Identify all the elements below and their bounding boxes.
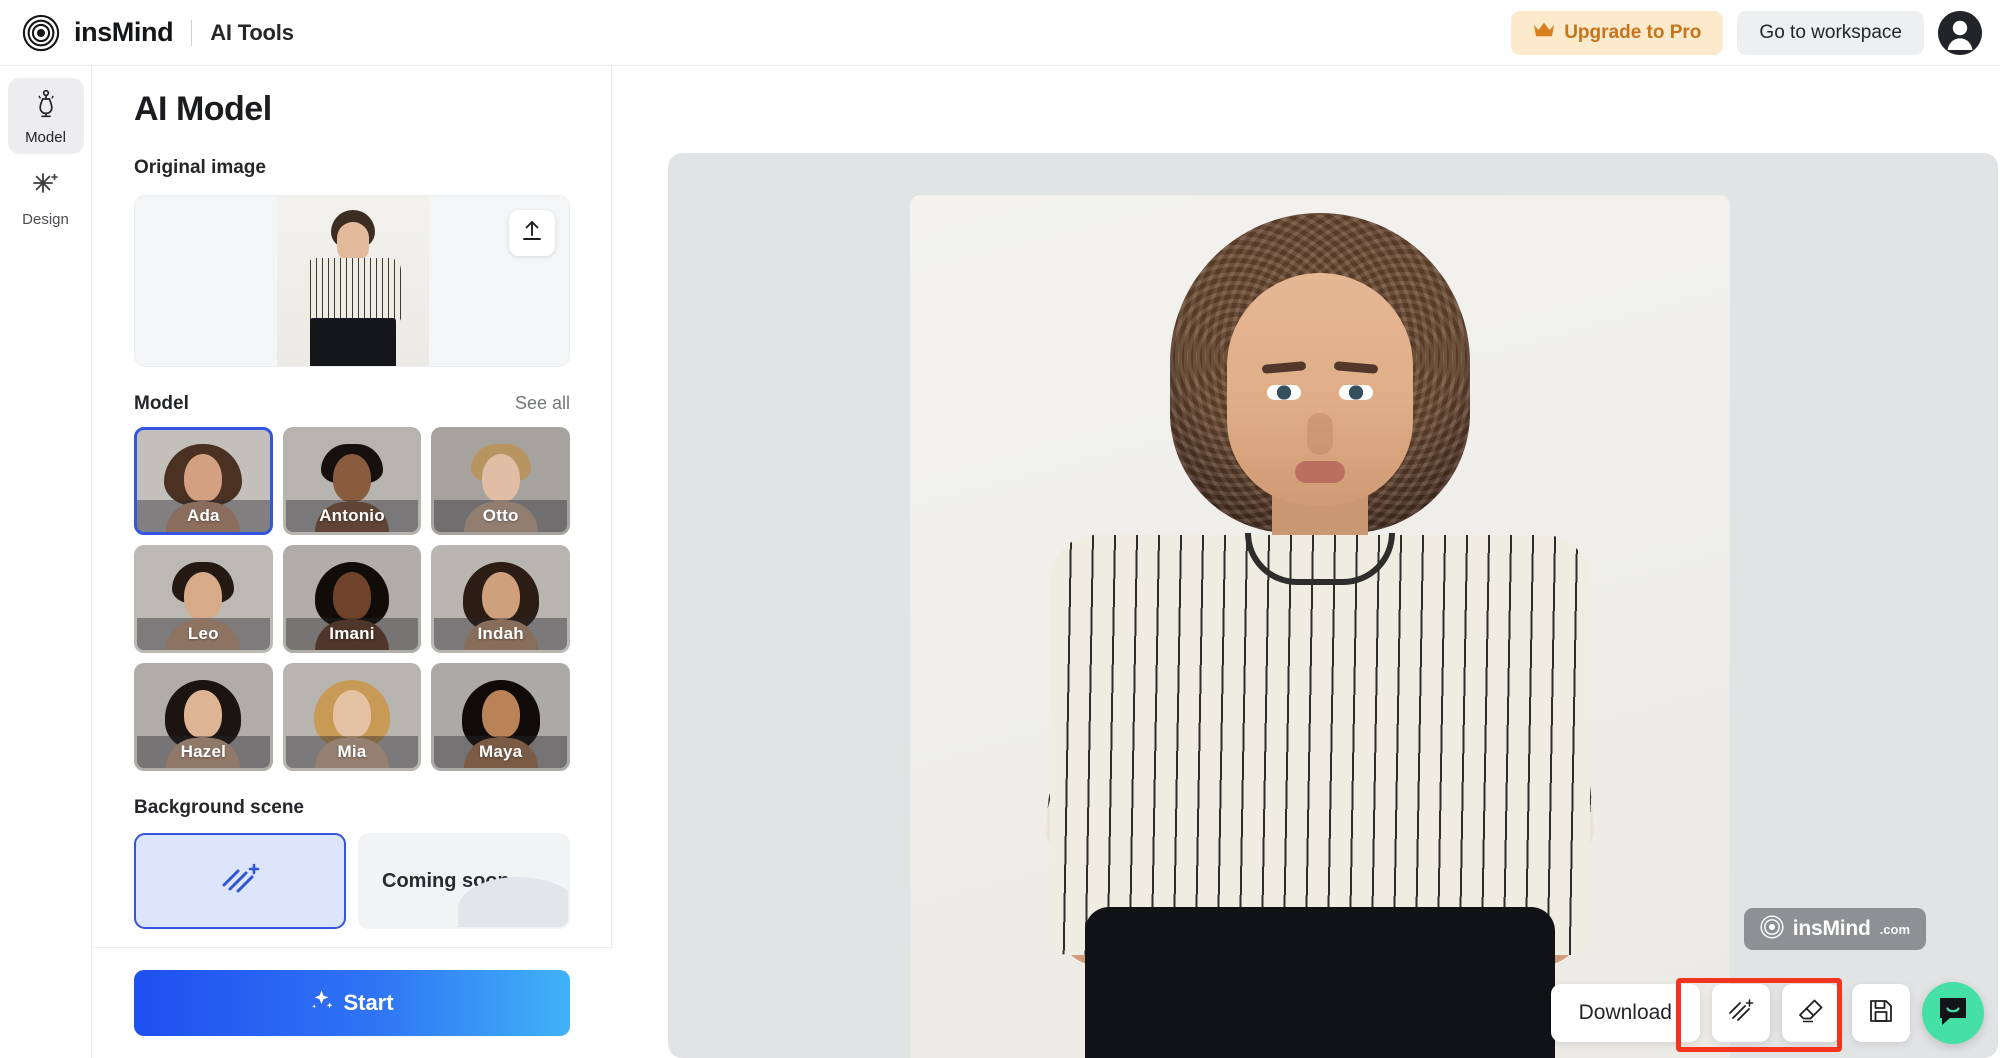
model-eye-left	[1267, 385, 1301, 400]
model-card-label: Leo	[137, 618, 270, 650]
model-card-label: Indah	[434, 618, 567, 650]
model-section-header: Model See all	[134, 393, 570, 415]
background-scene-grid: Coming soon	[134, 833, 570, 929]
background-card-transparent[interactable]	[134, 833, 346, 929]
background-scene-label: Background scene	[134, 797, 304, 818]
model-card-label: Antonio	[285, 500, 419, 532]
transparent-sparkle-icon	[218, 859, 262, 904]
model-trousers	[1085, 907, 1555, 1058]
preview-face	[337, 222, 369, 262]
upload-image-button[interactable]	[509, 210, 555, 256]
model-thumb-face	[332, 690, 371, 738]
model-thumb-face	[481, 572, 520, 620]
app-root: insMind AI Tools Upgrade to Pro Go to wo…	[0, 0, 2000, 1058]
model-card[interactable]: Maya	[431, 663, 570, 771]
model-eye-right	[1339, 385, 1373, 400]
model-thumb-face	[332, 454, 371, 502]
crown-icon	[1533, 21, 1555, 44]
model-thumb-face	[481, 690, 520, 738]
eraser-button[interactable]	[1782, 984, 1840, 1042]
insmind-logo-icon	[22, 14, 60, 52]
model-card-label: Ada	[137, 500, 270, 532]
model-card-label: Otto	[434, 500, 567, 532]
background-card-coming-soon[interactable]: Coming soon	[358, 833, 570, 929]
brand-subtitle: AI Tools	[210, 19, 294, 45]
model-card-label: Maya	[434, 736, 567, 768]
model-grid: Ada Antonio Otto Leo Imani Indah Hazel Mia Maya	[134, 427, 570, 771]
tool-rail: Model Design	[0, 66, 92, 1058]
see-all-models-link[interactable]: See all	[515, 393, 570, 414]
original-image-thumbnail[interactable]	[134, 195, 570, 367]
original-image-label: Original image	[134, 157, 266, 178]
save-button[interactable]	[1852, 984, 1910, 1042]
model-card-label: Mia	[285, 736, 419, 768]
sidebar-item-model-label: Model	[25, 128, 66, 146]
model-card[interactable]: Imani	[282, 545, 422, 653]
model-card[interactable]: Hazel	[134, 663, 273, 771]
download-button[interactable]: Download	[1550, 984, 1700, 1042]
insmind-logo-icon	[1760, 914, 1784, 944]
model-lips	[1295, 461, 1345, 483]
brand-divider	[191, 19, 193, 46]
sidebar-item-model[interactable]: Model	[7, 78, 84, 154]
magic-sparkle-icon	[310, 988, 334, 1018]
insmind-watermark: insMind .com	[1743, 908, 1926, 950]
brand-name: insMind	[74, 17, 174, 47]
model-card[interactable]: Otto	[431, 427, 570, 535]
upload-arrow-icon	[520, 219, 544, 248]
model-card[interactable]: Indah	[431, 545, 570, 653]
go-to-workspace-button[interactable]: Go to workspace	[1737, 10, 1924, 55]
model-card-label: Hazel	[137, 736, 270, 768]
top-header: insMind AI Tools Upgrade to Pro Go to wo…	[0, 0, 2000, 66]
watermark-text: insMind	[1792, 917, 1871, 940]
start-button[interactable]: Start	[134, 970, 570, 1036]
upgrade-to-pro-button[interactable]: Upgrade to Pro	[1511, 10, 1724, 55]
user-avatar-icon[interactable]	[1938, 10, 1982, 55]
start-button-label: Start	[343, 990, 394, 1015]
chat-widget-button[interactable]	[1922, 982, 1984, 1044]
panel-scroll-area[interactable]: AI Model Original image Model See all Ad…	[92, 66, 612, 947]
left-panel: AI Model Original image Model See all Ad…	[92, 66, 612, 1058]
sidebar-item-design[interactable]: Design	[8, 160, 84, 236]
model-card[interactable]: Antonio	[282, 427, 422, 535]
bottom-toolbar: Download	[1550, 982, 1984, 1044]
original-image-preview	[277, 196, 429, 366]
generated-image[interactable]	[910, 195, 1730, 1058]
model-card-label: Imani	[285, 618, 419, 650]
watermark-tld: .com	[1879, 921, 1910, 937]
save-disk-icon	[1867, 997, 1895, 1030]
sparkle-star-icon	[30, 170, 62, 207]
panel-footer: Start	[92, 947, 612, 1058]
model-nose	[1307, 413, 1333, 455]
model-thumb-face	[184, 572, 223, 620]
model-thumb-face	[184, 690, 223, 738]
model-thumb-face	[332, 572, 371, 620]
enhance-sparkle-icon	[1727, 997, 1755, 1030]
model-card[interactable]: Mia	[282, 663, 422, 771]
preview-bottom	[310, 318, 396, 366]
model-card[interactable]: Ada	[134, 427, 273, 535]
upgrade-to-pro-label: Upgrade to Pro	[1564, 21, 1702, 43]
header-actions: Upgrade to Pro Go to workspace	[1511, 10, 1982, 55]
model-thumb-face	[184, 454, 223, 502]
page-title: AI Model	[134, 90, 272, 128]
model-section-label: Model	[134, 393, 189, 414]
canvas-stage: insMind .com Download	[613, 66, 2000, 1058]
enhance-button[interactable]	[1712, 984, 1770, 1042]
model-striped-shirt	[1050, 535, 1590, 955]
brand[interactable]: insMind AI Tools	[22, 14, 294, 52]
mannequin-icon	[30, 88, 62, 125]
sidebar-item-design-label: Design	[22, 210, 69, 228]
eraser-icon	[1797, 997, 1825, 1030]
model-card[interactable]: Leo	[134, 545, 273, 653]
preview-top	[305, 258, 401, 322]
model-thumb-face	[481, 454, 520, 502]
chat-bubble-icon	[1936, 994, 1970, 1033]
